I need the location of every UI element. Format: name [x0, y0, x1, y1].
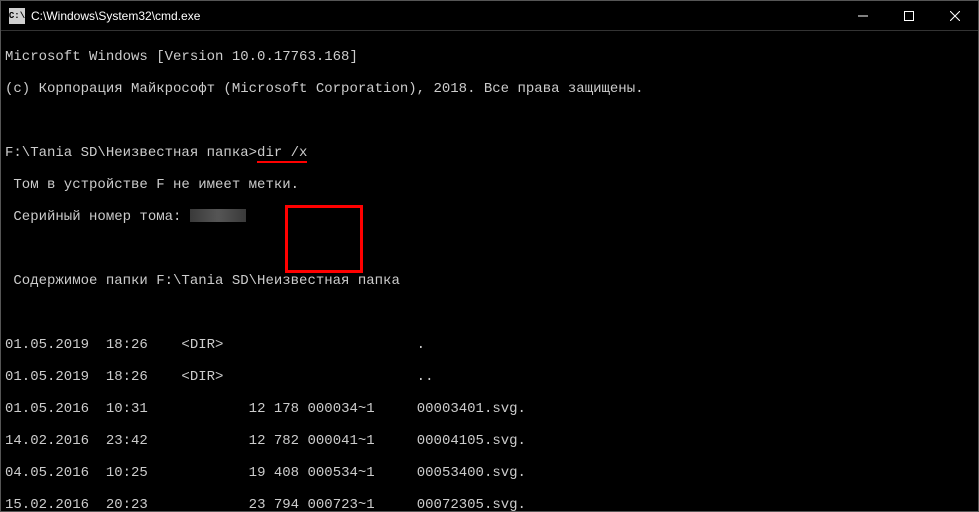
- cmd-window: C:\ C:\Windows\System32\cmd.exe: [0, 0, 979, 512]
- titlebar[interactable]: C:\ C:\Windows\System32\cmd.exe: [1, 1, 978, 31]
- short-name: 000034~1: [308, 401, 375, 417]
- short-name: 000534~1: [308, 465, 375, 481]
- long-name: 00004105.svg.: [417, 433, 526, 449]
- file-row: 01.05.2016 10:31 12 178 000034~1 0000340…: [5, 401, 974, 417]
- prompt-line-1: F:\Tania SD\Неизвестная папка>dir /x: [5, 145, 974, 161]
- blank-line: [5, 113, 974, 129]
- dir-row: 01.05.2019 18:26 <DIR> .: [5, 337, 974, 353]
- long-name: 00053400.svg.: [417, 465, 526, 481]
- serial-line: Серийный номер тома:: [5, 209, 974, 225]
- version-line: Microsoft Windows [Version 10.0.17763.16…: [5, 49, 974, 65]
- long-name: 00072305.svg.: [417, 497, 526, 511]
- volume-line: Том в устройстве F не имеет метки.: [5, 177, 974, 193]
- maximize-button[interactable]: [886, 1, 932, 30]
- short-name: 000041~1: [308, 433, 375, 449]
- short-name: 000723~1: [308, 497, 375, 511]
- titlebar-left: C:\ C:\Windows\System32\cmd.exe: [1, 8, 200, 24]
- blank-line: [5, 241, 974, 257]
- file-row: 15.02.2016 20:23 23 794 000723~1 0007230…: [5, 497, 974, 511]
- minimize-button[interactable]: [840, 1, 886, 30]
- file-row: 04.05.2016 10:25 19 408 000534~1 0005340…: [5, 465, 974, 481]
- file-row: 14.02.2016 23:42 12 782 000041~1 0000410…: [5, 433, 974, 449]
- window-controls: [840, 1, 978, 30]
- cmd-icon: C:\: [9, 8, 25, 24]
- contents-line: Содержимое папки F:\Tania SD\Неизвестная…: [5, 273, 974, 289]
- dir-row: 01.05.2019 18:26 <DIR> ..: [5, 369, 974, 385]
- minimize-icon: [858, 11, 868, 21]
- command-dir-x: dir /x: [257, 145, 307, 163]
- terminal-body[interactable]: Microsoft Windows [Version 10.0.17763.16…: [1, 31, 978, 511]
- serial-prefix: Серийный номер тома:: [5, 209, 190, 225]
- close-icon: [950, 11, 960, 21]
- copyright-line: (c) Корпорация Майкрософт (Microsoft Cor…: [5, 81, 974, 97]
- close-button[interactable]: [932, 1, 978, 30]
- window-title: C:\Windows\System32\cmd.exe: [31, 9, 200, 23]
- blank-line: [5, 305, 974, 321]
- prompt-path: F:\Tania SD\Неизвестная папка>: [5, 145, 257, 161]
- long-name: 00003401.svg.: [417, 401, 526, 417]
- serial-redacted: [190, 209, 246, 222]
- maximize-icon: [904, 11, 914, 21]
